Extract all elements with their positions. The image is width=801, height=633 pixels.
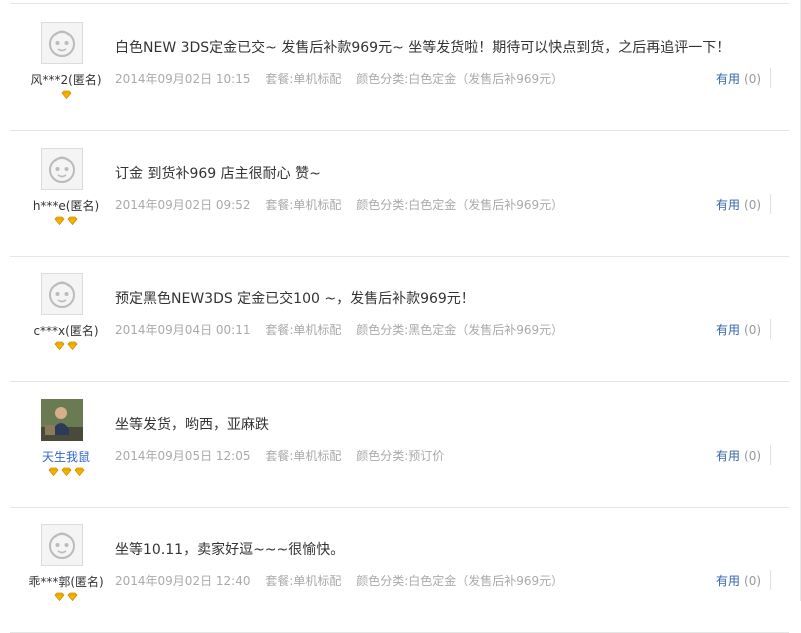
review-date: 2014年09月02日 12:40 xyxy=(115,574,251,588)
reviewer-level-badges xyxy=(16,467,116,476)
useful-button[interactable]: 有用 (0) xyxy=(716,321,761,338)
default-avatar-icon xyxy=(49,30,75,57)
review-color-option: 颜色分类:白色定金（发售后补969元） xyxy=(356,197,564,212)
reviewer-level-badges xyxy=(16,592,116,602)
diamond-badge-icon xyxy=(60,90,72,100)
useful-button[interactable]: 有用 (0) xyxy=(716,572,761,589)
review-item: c***x(匿名) 预定黑色NEW3DS 定金已交100 ~，发售后补款969元… xyxy=(10,255,789,382)
review-item: 乖***郭(匿名) 坐等10.11，卖家好逗~~~很愉快。 2014年09月02… xyxy=(10,506,789,633)
useful-count: (0) xyxy=(744,448,762,463)
useful-button[interactable]: 有用 (0) xyxy=(716,447,761,464)
useful-label[interactable]: 有用 xyxy=(716,323,740,337)
review-package: 套餐:单机标配 xyxy=(265,197,342,212)
diamond-badge-icon xyxy=(67,341,78,351)
avatar[interactable] xyxy=(41,147,83,190)
review-content: 坐等10.11，卖家好逗~~~很愉快。 xyxy=(115,542,345,558)
reviewer-name[interactable]: 天生我鼠 xyxy=(16,448,116,465)
review-content: 订金 到货补969 店主很耐心 赞~ xyxy=(115,165,321,182)
action-divider xyxy=(770,319,771,339)
useful-count: (0) xyxy=(744,197,762,212)
default-avatar-icon xyxy=(49,532,75,559)
review-date: 2014年09月02日 09:52 xyxy=(115,197,251,212)
useful-count: (0) xyxy=(744,72,762,86)
review-meta: 2014年09月02日 09:52 套餐:单机标配 颜色分类:白色定金（发售后补… xyxy=(115,196,574,213)
action-divider xyxy=(770,570,771,590)
review-date: 2014年09月02日 10:15 xyxy=(115,72,251,86)
action-divider xyxy=(770,444,771,465)
diamond-badge-icon xyxy=(73,467,85,476)
reviewer-name: 风***2(匿名) xyxy=(30,73,102,87)
review-meta: 2014年09月04日 00:11 套餐:单机标配 颜色分类:黑色定金（发售后补… xyxy=(115,321,574,338)
useful-label[interactable]: 有用 xyxy=(716,449,740,463)
useful-count: (0) xyxy=(744,323,762,337)
review-color-option: 颜色分类:白色定金（发售后补969元） xyxy=(356,574,564,588)
avatar[interactable] xyxy=(41,524,83,566)
diamond-badge-icon xyxy=(54,341,65,351)
useful-count: (0) xyxy=(744,574,762,588)
reviewer-name: 乖***郭(匿名) xyxy=(28,575,104,589)
review-meta: 2014年09月05日 12:05 套餐:单机标配 颜色分类:预订价 xyxy=(115,447,455,464)
review-meta: 2014年09月02日 12:40 套餐:单机标配 颜色分类:白色定金（发售后补… xyxy=(115,572,574,589)
reviewer-name: h***e(匿名) xyxy=(32,198,100,213)
useful-label[interactable]: 有用 xyxy=(716,198,740,212)
review-item: h***e(匿名) 订金 到货补969 店主很耐心 赞~ 2014年09月02日… xyxy=(10,130,789,257)
reviewer-level-badges xyxy=(16,216,116,225)
diamond-badge-icon xyxy=(67,592,78,602)
reviewer-level-badges xyxy=(16,90,116,100)
reviewer-level-badges xyxy=(16,341,116,351)
review-package: 套餐:单机标配 xyxy=(265,574,342,588)
review-date: 2014年09月04日 00:11 xyxy=(115,323,251,337)
review-package: 套餐:单机标配 xyxy=(265,323,342,337)
diamond-badge-icon xyxy=(67,216,78,225)
reviewer-name: c***x(匿名) xyxy=(33,324,99,338)
default-avatar-icon xyxy=(49,156,75,183)
review-date: 2014年09月05日 12:05 xyxy=(115,448,251,463)
review-content: 白色NEW 3DS定金已交~ 发售后补款969元~ 坐等发货啦！期待可以快点到货… xyxy=(115,40,731,56)
review-content: 预定黑色NEW3DS 定金已交100 ~，发售后补款969元！ xyxy=(115,291,475,307)
review-package: 套餐:单机标配 xyxy=(265,72,342,86)
useful-button[interactable]: 有用 (0) xyxy=(716,70,761,87)
avatar[interactable] xyxy=(41,22,83,64)
review-package: 套餐:单机标配 xyxy=(265,448,342,463)
useful-button[interactable]: 有用 (0) xyxy=(716,196,761,213)
action-divider xyxy=(770,68,771,88)
avatar[interactable] xyxy=(41,273,83,315)
avatar[interactable] xyxy=(41,398,83,441)
useful-label[interactable]: 有用 xyxy=(716,72,740,86)
useful-label[interactable]: 有用 xyxy=(716,574,740,588)
diamond-badge-icon xyxy=(47,467,59,476)
diamond-badge-icon xyxy=(54,592,65,602)
review-color-option: 颜色分类:预订价 xyxy=(356,448,445,463)
review-color-option: 颜色分类:黑色定金（发售后补969元） xyxy=(356,323,564,337)
diamond-badge-icon xyxy=(60,467,72,476)
diamond-badge-icon xyxy=(54,216,65,225)
review-meta: 2014年09月02日 10:15 套餐:单机标配 颜色分类:白色定金（发售后补… xyxy=(115,70,574,87)
action-divider xyxy=(770,193,771,214)
review-content: 坐等发货，哟西，亚麻跌 xyxy=(115,416,269,433)
default-avatar-icon xyxy=(49,281,75,308)
review-color-option: 颜色分类:白色定金（发售后补969元） xyxy=(356,72,564,86)
review-item: 风***2(匿名) 白色NEW 3DS定金已交~ 发售后补款969元~ 坐等发货… xyxy=(10,4,789,131)
user-photo-icon xyxy=(41,398,83,441)
review-item: 天生我鼠 坐等发货，哟西，亚麻跌 2014年09月05日 12:05 套餐:单机… xyxy=(10,381,789,508)
